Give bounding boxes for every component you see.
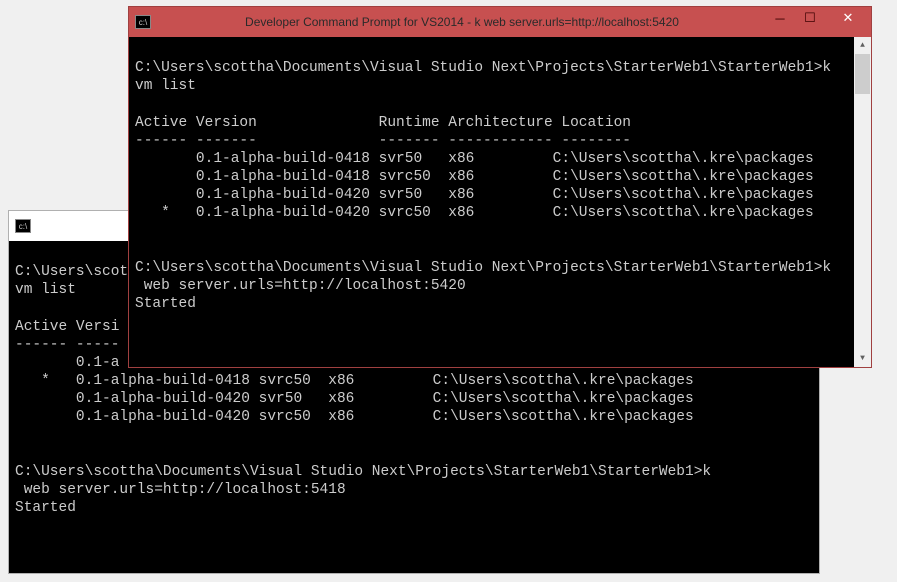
terminal-output-front[interactable]: C:\Users\scottha\Documents\Visual Studio… xyxy=(129,37,854,367)
maximize-icon: ☐ xyxy=(804,10,816,26)
maximize-button[interactable]: ☐ xyxy=(795,7,825,29)
scroll-up-arrow-icon[interactable]: ▲ xyxy=(854,37,871,54)
titlebar-active[interactable]: c:\ Developer Command Prompt for VS2014 … xyxy=(129,7,871,37)
window-controls: ─ ☐ ✕ xyxy=(765,7,871,37)
scroll-down-arrow-icon[interactable]: ▼ xyxy=(854,350,871,367)
close-icon: ✕ xyxy=(843,10,854,26)
scroll-thumb[interactable] xyxy=(855,54,870,94)
scroll-track[interactable] xyxy=(854,54,871,350)
cmd-icon: c:\ xyxy=(135,15,151,29)
close-button[interactable]: ✕ xyxy=(825,7,871,29)
vertical-scrollbar[interactable]: ▲ ▼ xyxy=(854,37,871,367)
cmd-icon: c:\ xyxy=(15,219,31,233)
minimize-icon: ─ xyxy=(775,11,784,26)
minimize-button[interactable]: ─ xyxy=(765,7,795,29)
window-title-active: Developer Command Prompt for VS2014 - k … xyxy=(159,15,765,29)
foreground-command-prompt-window: c:\ Developer Command Prompt for VS2014 … xyxy=(128,6,872,368)
